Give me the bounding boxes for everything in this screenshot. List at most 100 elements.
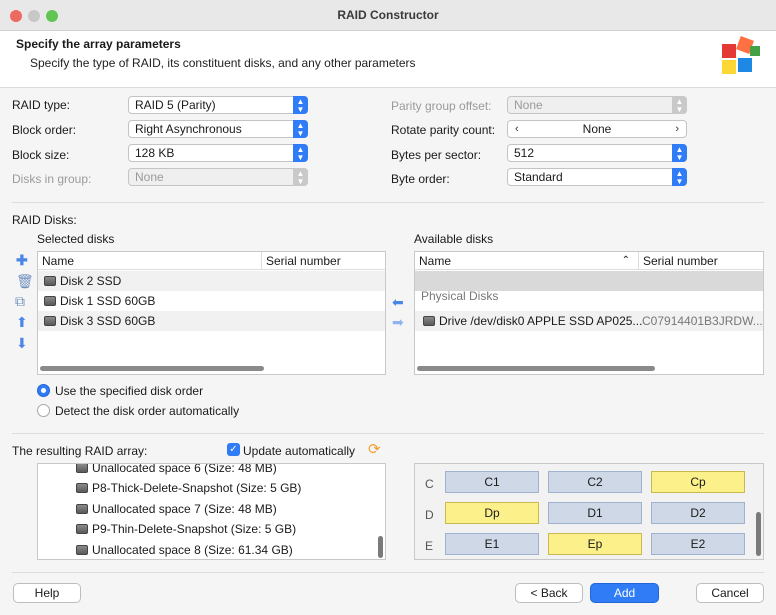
- available-disks-label: Available disks: [414, 232, 494, 246]
- grid-cell: E2: [651, 533, 745, 555]
- tree-item[interactable]: P9-Thin-Delete-Snapshot (Size: 5 GB): [76, 519, 385, 539]
- radio-detect-order[interactable]: [37, 404, 50, 417]
- disk-icon: [76, 483, 88, 493]
- disk-icon: [76, 464, 88, 473]
- grid-row-label: E: [425, 539, 434, 553]
- raid-disks-label: RAID Disks:: [12, 213, 77, 227]
- resulting-array-label: The resulting RAID array:: [12, 444, 148, 458]
- chevron-right-icon[interactable]: ›: [675, 121, 679, 137]
- column-header-name[interactable]: Name: [38, 252, 262, 270]
- horizontal-scrollbar[interactable]: [40, 366, 264, 371]
- refresh-icon[interactable]: ⟳: [368, 442, 381, 457]
- separator: [12, 572, 764, 573]
- arrow-right-icon[interactable]: ➡: [392, 315, 404, 329]
- header-subtitle: Specify the type of RAID, its constituen…: [30, 56, 416, 70]
- grid-cell-parity: Dp: [445, 502, 539, 524]
- column-header-serial[interactable]: Serial number: [639, 252, 763, 270]
- radio-specified-order[interactable]: [37, 384, 50, 397]
- result-tree[interactable]: Unallocated space 6 (Size: 48 MB) P8-Thi…: [37, 463, 386, 560]
- tree-item[interactable]: Unallocated space 6 (Size: 48 MB): [76, 464, 385, 478]
- move-up-icon[interactable]: ⬆: [16, 315, 28, 329]
- radio-specified-order-label[interactable]: Use the specified disk order: [55, 384, 203, 398]
- disk-serial: C07914401B3JRDW...: [642, 314, 763, 328]
- update-automatically-checkbox[interactable]: ✓: [227, 443, 240, 456]
- parity-group-offset-label: Parity group offset:: [391, 99, 492, 113]
- raid-type-select[interactable]: RAID 5 (Parity) ▲ ▼: [128, 96, 308, 114]
- grid-row-label: D: [425, 508, 434, 522]
- back-button[interactable]: < Back: [515, 583, 583, 603]
- selected-disks-label: Selected disks: [37, 232, 115, 246]
- disk-icon: [423, 316, 435, 326]
- radio-detect-order-label[interactable]: Detect the disk order automatically: [55, 404, 239, 418]
- bytes-per-sector-label: Bytes per sector:: [391, 148, 482, 162]
- updown-arrow-icon: ▲ ▼: [293, 120, 308, 138]
- column-header-name[interactable]: Name ⌃: [415, 252, 639, 270]
- copy-icon[interactable]: ⧉: [15, 294, 25, 308]
- parity-group-offset-select: None ▲ ▼: [507, 96, 687, 114]
- grid-cell-parity: Cp: [651, 471, 745, 493]
- tree-item[interactable]: Unallocated space 7 (Size: 48 MB): [76, 499, 385, 519]
- rotate-parity-count-value: None: [582, 122, 612, 136]
- wizard-header: Specify the array parameters Specify the…: [0, 31, 776, 88]
- block-order-value: Right Asynchronous: [135, 122, 242, 136]
- table-row[interactable]: Drive /dev/disk0 APPLE SSD AP025... C079…: [415, 311, 763, 331]
- disk-icon: [44, 276, 56, 286]
- move-down-icon[interactable]: ⬇: [16, 336, 28, 350]
- column-header-serial[interactable]: Serial number: [262, 252, 385, 270]
- grid-cell-parity: Ep: [548, 533, 642, 555]
- available-disks-table[interactable]: Name ⌃ Serial number Physical Disks Drive…: [414, 251, 764, 375]
- updown-arrow-icon: ▲ ▼: [672, 144, 687, 162]
- byte-order-label: Byte order:: [391, 172, 450, 186]
- block-size-select[interactable]: 128 KB ▲ ▼: [128, 144, 308, 162]
- bytes-per-sector-select[interactable]: 512 ▲ ▼: [507, 144, 687, 162]
- table-row[interactable]: Disk 3 SSD 60GB: [38, 311, 385, 331]
- sort-ascending-icon: ⌃: [621, 255, 630, 266]
- vertical-scrollbar[interactable]: [378, 536, 383, 558]
- block-order-select[interactable]: Right Asynchronous ▲ ▼: [128, 120, 308, 138]
- add-button[interactable]: Add: [590, 583, 659, 603]
- updown-arrow-icon: ▲ ▼: [293, 96, 308, 114]
- separator: [12, 433, 764, 434]
- block-size-label: Block size:: [12, 148, 70, 162]
- bytes-per-sector-value: 512: [514, 146, 535, 160]
- tree-item[interactable]: Unallocated space 8 (Size: 61.34 GB): [76, 540, 385, 559]
- group-header-physical-disks: Physical Disks: [421, 289, 499, 303]
- raid-layout-grid: C C1 C2 Cp D Dp D1 D2 E E1 Ep E2: [414, 463, 764, 560]
- tree-item[interactable]: P8-Thick-Delete-Snapshot (Size: 5 GB): [76, 478, 385, 498]
- trash-icon[interactable]: 🗑: [16, 274, 34, 288]
- disk-icon: [44, 296, 56, 306]
- grid-cell: E1: [445, 533, 539, 555]
- disks-in-group-value: None: [135, 170, 164, 184]
- byte-order-value: Standard: [514, 170, 563, 184]
- header-title: Specify the array parameters: [16, 37, 181, 51]
- disk-name: Disk 3 SSD 60GB: [60, 314, 156, 328]
- disk-name: Disk 1 SSD 60GB: [60, 294, 156, 308]
- grid-cell: D1: [548, 502, 642, 524]
- cancel-button[interactable]: Cancel: [696, 583, 764, 603]
- vertical-scrollbar[interactable]: [756, 512, 761, 556]
- disk-icon: [76, 504, 88, 514]
- disk-icon: [76, 545, 88, 555]
- add-disk-icon[interactable]: ✚: [16, 253, 28, 267]
- grid-cell: C2: [548, 471, 642, 493]
- help-button[interactable]: Help: [13, 583, 81, 603]
- block-order-label: Block order:: [12, 123, 77, 137]
- selected-disks-table[interactable]: Name Serial number Disk 2 SSD Disk 1 SSD…: [37, 251, 386, 375]
- disk-icon: [76, 524, 88, 534]
- chevron-left-icon[interactable]: ‹: [515, 121, 519, 137]
- table-row[interactable]: Disk 1 SSD 60GB: [38, 291, 385, 311]
- block-size-value: 128 KB: [135, 146, 175, 160]
- disk-name: Drive /dev/disk0 APPLE SSD AP025...: [439, 314, 643, 328]
- disks-in-group-label: Disks in group:: [12, 172, 92, 186]
- update-automatically-label[interactable]: Update automatically: [243, 444, 355, 458]
- grid-row-label: C: [425, 477, 434, 491]
- byte-order-select[interactable]: Standard ▲ ▼: [507, 168, 687, 186]
- table-row[interactable]: Disk 2 SSD: [38, 271, 385, 291]
- rotate-parity-count-label: Rotate parity count:: [391, 123, 496, 137]
- horizontal-scrollbar[interactable]: [417, 366, 655, 371]
- arrow-left-icon[interactable]: ⬅: [392, 295, 404, 309]
- parity-group-offset-value: None: [514, 98, 543, 112]
- updown-arrow-icon: ▲ ▼: [672, 168, 687, 186]
- rotate-parity-count-stepper[interactable]: ‹ None ›: [507, 120, 687, 138]
- puzzle-icon: [722, 36, 760, 74]
